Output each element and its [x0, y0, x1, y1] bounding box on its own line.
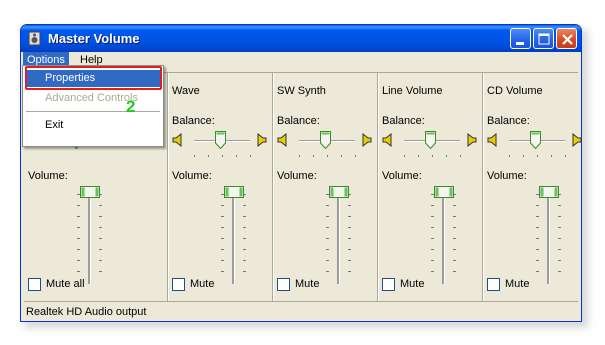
balance-label: Balance: [487, 115, 530, 127]
volume-ticks-right [243, 194, 246, 282]
balance-slider-thumb[interactable] [425, 131, 436, 150]
balance-label: Balance: [382, 115, 425, 127]
volume-slider-track [442, 194, 445, 284]
balance-ticks [299, 155, 359, 158]
volume-slider-thumb[interactable] [434, 186, 454, 198]
speaker-right-icon [360, 132, 372, 150]
mixer-column-wave: Wave Balance: Volume: Mute [170, 73, 272, 301]
speaker-left-icon [277, 132, 289, 150]
menu-item-exit[interactable]: Exit [25, 117, 161, 134]
mixer-column-line-volume: Line Volume Balance: Volume: Mute [380, 73, 482, 301]
speaker-right-icon [465, 132, 477, 150]
mute-label[interactable]: Mute [190, 278, 214, 290]
speaker-right-icon [255, 132, 267, 150]
volume-ticks-left [536, 194, 539, 282]
mute-all-checkbox[interactable] [28, 278, 41, 291]
volume-slider-thumb[interactable] [329, 186, 349, 198]
column-divider [377, 73, 379, 301]
balance-ticks [404, 155, 464, 158]
close-button[interactable] [556, 28, 577, 49]
volume-ticks-right [453, 194, 456, 282]
balance-slider-thumb[interactable] [215, 131, 226, 150]
volume-label: Volume: [28, 170, 68, 182]
balance-slider-thumb[interactable] [320, 131, 331, 150]
status-text: Realtek HD Audio output [26, 306, 147, 318]
mixer-column-sw-synth: SW Synth Balance: Volume: Mute [275, 73, 377, 301]
volume-slider-thumb[interactable] [80, 186, 100, 198]
minimize-button[interactable] [510, 28, 531, 49]
balance-ticks [509, 155, 569, 158]
volume-slider-track [337, 194, 340, 284]
balance-slider-thumb[interactable] [530, 131, 541, 150]
column-title: Line Volume [382, 85, 443, 97]
mute-label[interactable]: Mute [400, 278, 424, 290]
mute-checkbox[interactable] [277, 278, 290, 291]
mute-checkbox[interactable] [382, 278, 395, 291]
step-number-annotation: 2 [126, 97, 136, 116]
speaker-left-icon [382, 132, 394, 150]
speaker-left-icon [172, 132, 184, 150]
column-title: Wave [172, 85, 200, 97]
volume-label: Volume: [487, 170, 527, 182]
volume-label: Volume: [172, 170, 212, 182]
volume-slider-thumb[interactable] [224, 186, 244, 198]
mute-checkbox[interactable] [172, 278, 185, 291]
mute-label[interactable]: Mute [505, 278, 529, 290]
speaker-right-icon [570, 132, 581, 150]
mute-label[interactable]: Mute [295, 278, 319, 290]
speaker-left-icon [487, 132, 499, 150]
balance-label: Balance: [172, 115, 215, 127]
volume-ticks-left [77, 194, 80, 282]
column-title: CD Volume [487, 85, 543, 97]
balance-ticks [194, 155, 254, 158]
maximize-button[interactable] [533, 28, 554, 49]
volume-slider-track [547, 194, 550, 284]
volume-ticks-right [348, 194, 351, 282]
volume-slider-thumb[interactable] [539, 186, 559, 198]
column-divider [272, 73, 274, 301]
mute-all-label[interactable]: Mute all [46, 278, 85, 290]
status-bar: Realtek HD Audio output [24, 301, 578, 320]
volume-ticks-left [431, 194, 434, 282]
volume-slider-track [232, 194, 235, 284]
volume-label: Volume: [277, 170, 317, 182]
menu-item-advanced-controls: Advanced Controls [45, 92, 138, 104]
volume-ticks-right [558, 194, 561, 282]
volume-ticks-left [326, 194, 329, 282]
menu-separator [26, 111, 160, 112]
column-divider [482, 73, 484, 301]
volume-label: Volume: [382, 170, 422, 182]
column-divider [167, 73, 169, 301]
title-bar[interactable]: Master Volume [21, 25, 581, 52]
highlight-annotation [25, 66, 162, 90]
balance-label: Balance: [277, 115, 320, 127]
mute-checkbox[interactable] [487, 278, 500, 291]
volume-slider-track [88, 194, 91, 284]
mixer-column-cd-volume: CD Volume Balance: Volume: Mute [485, 73, 581, 301]
volume-ticks-left [221, 194, 224, 282]
speaker-app-icon [28, 31, 42, 46]
volume-ticks-right [99, 194, 102, 282]
window-title: Master Volume [48, 31, 140, 46]
column-title: SW Synth [277, 85, 326, 97]
